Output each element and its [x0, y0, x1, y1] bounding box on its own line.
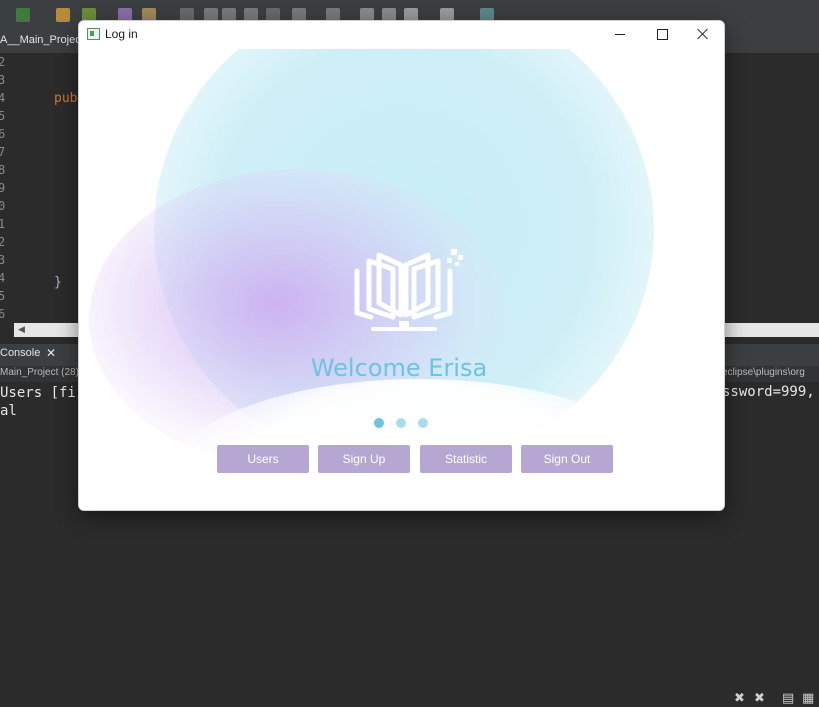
console-tab[interactable]: Console	[0, 347, 40, 359]
console-line: al	[0, 403, 17, 419]
line-number: 5	[0, 109, 6, 123]
users-button[interactable]: Users	[217, 445, 309, 473]
carousel-dot-active[interactable]	[374, 418, 384, 428]
sign-up-button[interactable]: Sign Up	[318, 445, 410, 473]
carousel-dot[interactable]	[396, 418, 406, 428]
sign-out-button[interactable]: Sign Out	[521, 445, 613, 473]
console-toolbar: ✖ ✖ ▤ ▦	[732, 691, 819, 707]
terminate-icon[interactable]: ✖	[734, 691, 745, 706]
line-number: 3	[0, 253, 6, 267]
line-number: 6	[0, 127, 6, 141]
line-number: 2	[0, 55, 6, 69]
login-content: Welcome Erisa Users Sign Up Statistic Si…	[79, 49, 724, 510]
login-window: Log in Welcome Erisa Users Sign Up Stati…	[78, 20, 725, 511]
carousel-dot[interactable]	[418, 418, 428, 428]
console-line-right: ssword=999,	[722, 384, 815, 400]
welcome-message: Welcome Erisa	[310, 354, 488, 382]
line-number-gutter: 2 3 4 5 6 7 8 9 0 1 2 3 4 5 6	[0, 53, 16, 323]
book-logo-icon	[354, 249, 463, 331]
open-console-icon[interactable]: ▦	[802, 691, 814, 706]
remove-launches-icon[interactable]: ✖	[754, 691, 765, 706]
line-number: 3	[0, 73, 6, 87]
code-brace: }	[54, 275, 62, 290]
console-process-name: Main_Project (28)	[0, 367, 79, 378]
maximize-icon[interactable]	[640, 21, 684, 49]
app-window-icon	[87, 28, 100, 40]
console-line: Users [fi	[0, 385, 76, 401]
pin-console-icon[interactable]: ▤	[782, 691, 794, 706]
close-icon[interactable]: ✕	[46, 346, 56, 360]
scroll-left-icon[interactable]: ◀	[18, 325, 25, 335]
line-number: 9	[0, 181, 6, 195]
line-number: 4	[0, 271, 6, 285]
editor-tab-main-project[interactable]: A__Main_Project	[0, 34, 84, 46]
code-keyword: pub	[54, 91, 78, 106]
line-number: 8	[0, 163, 6, 177]
close-icon[interactable]	[681, 21, 724, 49]
console-output: Users [fi al	[0, 384, 76, 420]
line-number: 2	[0, 235, 6, 249]
line-number: 5	[0, 289, 6, 303]
run-icon[interactable]	[16, 8, 30, 22]
window-title: Log in	[105, 27, 138, 41]
new-package-icon[interactable]	[56, 8, 70, 22]
line-number: 7	[0, 145, 6, 159]
console-process-path: eclipse\plugins\org	[722, 367, 805, 378]
statistic-button[interactable]: Statistic	[420, 445, 512, 473]
line-number: 4	[0, 91, 6, 105]
window-titlebar[interactable]: Log in	[79, 21, 724, 49]
line-number: 6	[0, 307, 6, 321]
line-number: 0	[0, 199, 6, 213]
line-number: 1	[0, 217, 6, 231]
minimize-icon[interactable]	[598, 21, 642, 49]
